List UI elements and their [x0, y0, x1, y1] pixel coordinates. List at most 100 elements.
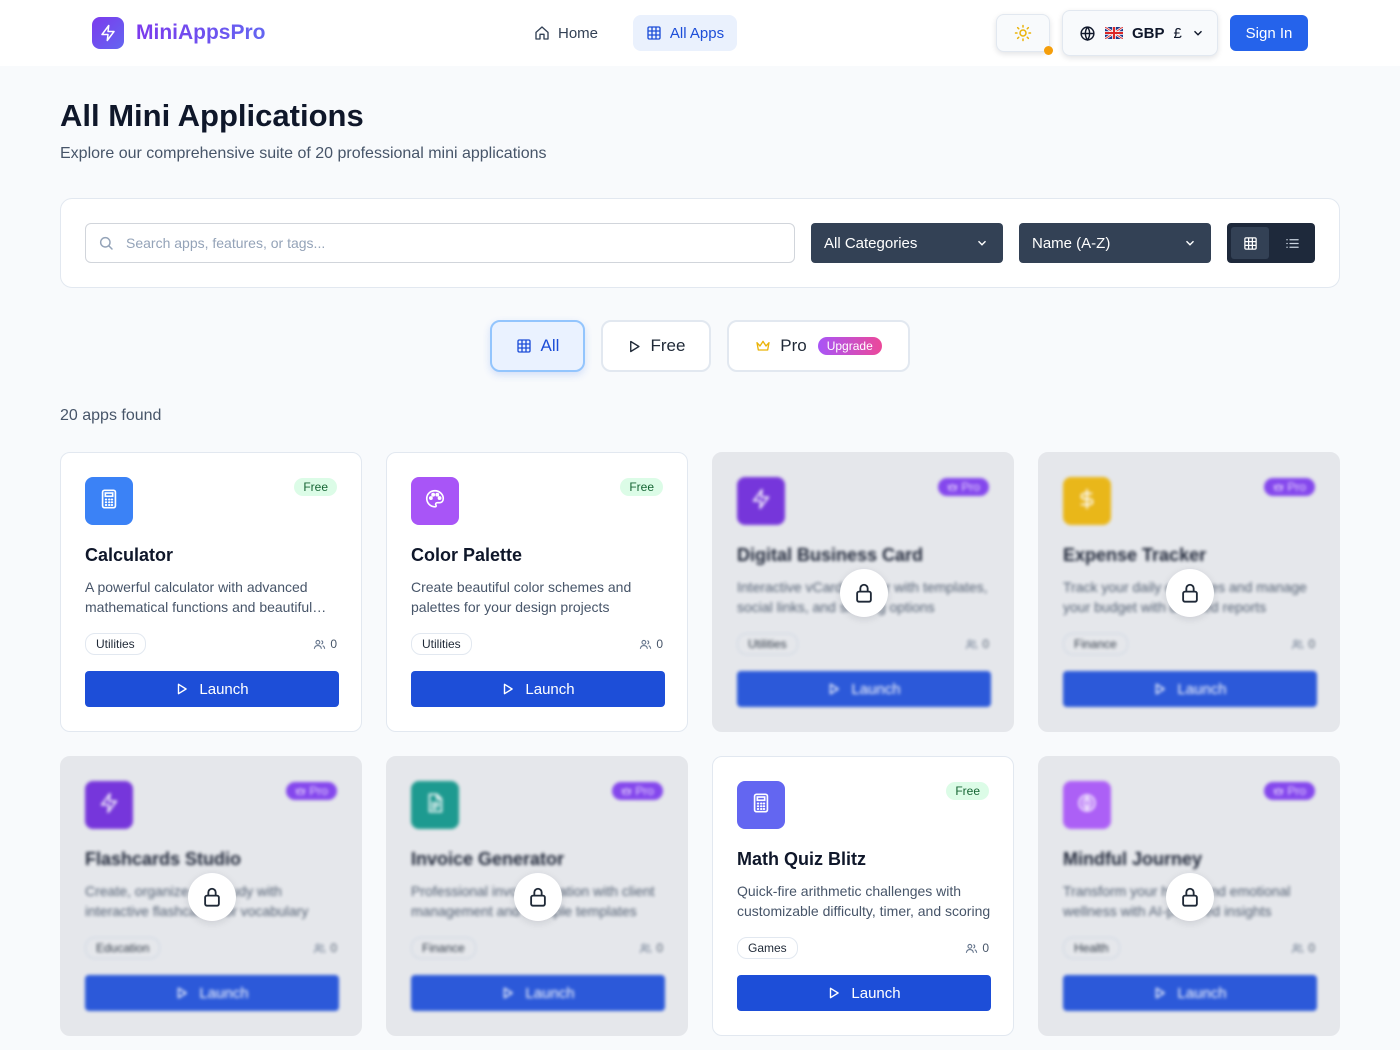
search-box[interactable]	[85, 223, 795, 263]
sort-select-value: Name (A-Z)	[1032, 234, 1111, 252]
category-tag: Utilities	[411, 633, 472, 655]
category-tag: Education	[85, 937, 161, 959]
app-card[interactable]: Pro Digital Business Card Interactive vC…	[712, 452, 1014, 732]
play-icon	[1156, 683, 1166, 695]
launch-label: Launch	[525, 984, 575, 1002]
results-count: 20 apps found	[60, 407, 162, 424]
locked-overlay[interactable]	[188, 873, 236, 921]
app-title: Math Quiz Blitz	[737, 849, 866, 869]
launch-label: Launch	[851, 984, 901, 1002]
app-card[interactable]: Pro Mindful Journey Transform your habit…	[1038, 756, 1340, 1036]
user-count-value: 0	[330, 941, 337, 955]
app-card[interactable]: Free Calculator A powerful calculator wi…	[60, 452, 362, 732]
user-count-value: 0	[656, 637, 663, 651]
users-icon	[314, 639, 326, 649]
app-title: Expense Tracker	[1063, 545, 1207, 565]
pro-badge-label: Pro	[635, 784, 654, 798]
users-icon	[966, 639, 978, 649]
tier-tab-all-label: All	[540, 336, 560, 355]
uk-flag-icon	[1105, 27, 1123, 39]
theme-toggle-button[interactable]	[996, 14, 1053, 55]
app-card[interactable]: Pro Expense Tracker Track your daily exp…	[1038, 452, 1340, 732]
category-tag: Utilities	[85, 633, 146, 655]
user-count: 0	[313, 941, 337, 955]
grid-view-button[interactable]	[1231, 227, 1269, 259]
category-select-value: All Categories	[824, 234, 918, 252]
app-icon	[411, 477, 459, 525]
user-count-value: 0	[1308, 637, 1315, 651]
crown-icon	[296, 787, 306, 795]
launch-label: Launch	[1177, 680, 1227, 698]
nav-home[interactable]: Home	[522, 15, 610, 51]
currency-code: GBP	[1132, 24, 1165, 42]
locked-overlay[interactable]	[840, 569, 888, 617]
user-count: 0	[313, 637, 337, 651]
play-icon	[504, 987, 514, 999]
list-view-button[interactable]	[1273, 227, 1311, 259]
app-card[interactable]: Pro Flashcards Studio Create, organize a…	[60, 756, 362, 1036]
chevron-down-icon	[978, 240, 986, 246]
app-description: A powerful calculator with advanced math…	[85, 579, 313, 615]
brand-name: MiniAppsPro	[136, 21, 266, 44]
launch-button: Launch	[85, 975, 339, 1011]
user-count: 0	[639, 941, 663, 955]
play-icon	[1156, 987, 1166, 999]
tier-tab-all[interactable]: All	[490, 320, 585, 372]
tier-tab-pro[interactable]: Pro Upgrade	[727, 320, 910, 372]
app-card[interactable]: Pro Invoice Generator Professional invoi…	[386, 756, 688, 1036]
user-count: 0	[1291, 637, 1315, 651]
pro-badge: Pro	[286, 782, 337, 800]
app-icon	[411, 781, 459, 829]
tier-tab-free[interactable]: Free	[601, 320, 711, 372]
app-icon	[737, 781, 785, 829]
sort-select[interactable]: Name (A-Z)	[1019, 223, 1211, 263]
locked-overlay[interactable]	[514, 873, 562, 921]
grid-icon	[516, 339, 531, 353]
pro-badge: Pro	[1264, 478, 1315, 496]
lightning-icon	[750, 488, 772, 515]
category-tag: Health	[1063, 937, 1120, 959]
launch-button[interactable]: Launch	[85, 671, 339, 707]
launch-button: Launch	[411, 975, 665, 1011]
user-count-value: 0	[330, 637, 337, 651]
currency-selector[interactable]: GBP £	[1062, 10, 1218, 56]
chevron-down-icon	[1186, 240, 1194, 246]
user-count: 0	[639, 637, 663, 651]
home-icon	[535, 26, 549, 40]
lock-icon	[1182, 583, 1198, 603]
play-icon	[504, 683, 514, 695]
launch-button[interactable]: Launch	[411, 671, 665, 707]
app-card[interactable]: Free Math Quiz Blitz Quick-fire arithmet…	[712, 756, 1014, 1036]
sign-in-button[interactable]: Sign In	[1230, 15, 1308, 51]
users-icon	[1292, 639, 1304, 649]
pro-badge: Pro	[938, 478, 989, 496]
user-count-value: 0	[982, 941, 989, 955]
top-header: MiniAppsPro Home All Apps GBP £ Sign In	[0, 0, 1400, 66]
view-toggle	[1227, 223, 1315, 263]
launch-button: Launch	[1063, 671, 1317, 707]
user-count: 0	[965, 637, 989, 651]
launch-button[interactable]: Launch	[737, 975, 991, 1011]
lightning-icon	[92, 17, 124, 49]
nav-all-apps[interactable]: All Apps	[633, 15, 737, 51]
page-subtitle: Explore our comprehensive suite of 20 pr…	[60, 145, 547, 162]
locked-overlay[interactable]	[1166, 569, 1214, 617]
crown-icon	[948, 483, 958, 491]
category-select[interactable]: All Categories	[811, 223, 1003, 263]
users-icon	[966, 943, 978, 953]
launch-button: Launch	[1063, 975, 1317, 1011]
app-title: Calculator	[85, 545, 174, 565]
launch-label: Launch	[199, 680, 249, 698]
free-badge: Free	[946, 782, 989, 800]
launch-label: Launch	[525, 680, 575, 698]
app-title: Color Palette	[411, 545, 523, 565]
app-title: Flashcards Studio	[85, 849, 242, 869]
brand[interactable]: MiniAppsPro	[92, 17, 266, 49]
locked-overlay[interactable]	[1166, 873, 1214, 921]
app-description: Create beautiful color schemes and palet…	[411, 579, 632, 615]
filter-panel: All Categories Name (A-Z)	[60, 198, 1340, 288]
search-input[interactable]	[126, 235, 766, 251]
calculator-icon	[750, 792, 772, 819]
app-card[interactable]: Free Color Palette Create beautiful colo…	[386, 452, 688, 732]
crown-icon	[756, 340, 770, 351]
